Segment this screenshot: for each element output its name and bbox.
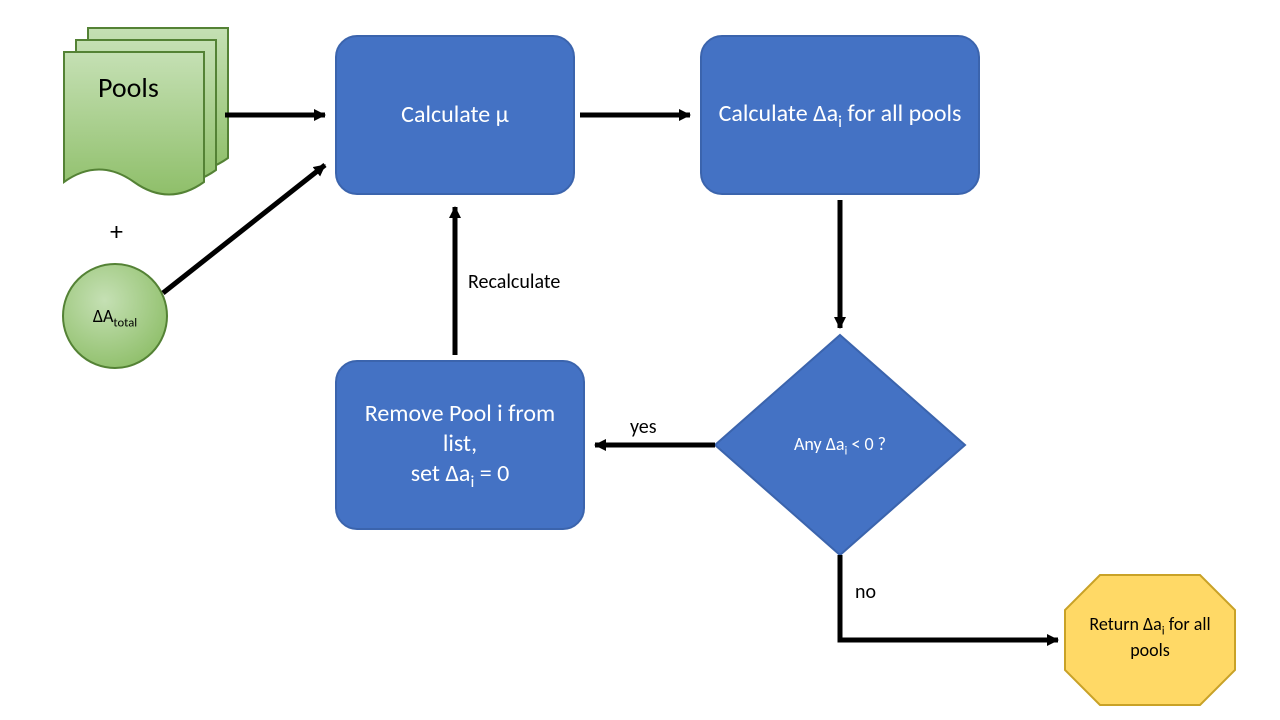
- remove-pool-node: Remove Pool i from list, set Δai = 0: [335, 360, 585, 530]
- diagram-canvas: Pools + ΔAtotal Calculate μ Calculate Δa…: [0, 0, 1280, 720]
- calc-dai-node: Calculate Δai for all pools: [700, 35, 980, 195]
- delta-a-total-text: ΔA: [93, 305, 114, 327]
- calc-dai-label: Calculate Δai for all pools: [719, 99, 962, 132]
- decision-pre: Any Δa: [794, 433, 845, 455]
- calc-mu-node: Calculate μ: [335, 35, 575, 195]
- return-pre: Return Δa: [1089, 613, 1161, 635]
- return-label: Return Δai for all pools: [1075, 613, 1225, 662]
- remove-pool-label: Remove Pool i from list, set Δai = 0: [351, 399, 569, 492]
- plus-label: +: [110, 215, 123, 247]
- svg-layer: [0, 0, 1280, 720]
- delta-a-total-sub: total: [113, 316, 137, 331]
- pools-docs-icon: [64, 28, 228, 195]
- edge-no-label: no: [855, 580, 876, 604]
- pools-label: Pools: [98, 70, 159, 105]
- decision-label: Any Δai < 0 ?: [770, 433, 910, 459]
- remove-line2-post: = 0: [474, 459, 509, 488]
- edge-recalculate-label: Recalculate: [468, 270, 560, 294]
- calc-dai-line1: Calculate Δa: [719, 99, 839, 128]
- calc-dai-line2: for all pools: [842, 99, 961, 128]
- edge-yes-label: yes: [630, 415, 657, 439]
- remove-line2-pre: set Δa: [411, 459, 471, 488]
- decision-post: < 0 ?: [847, 433, 886, 455]
- remove-line1: Remove Pool i from list,: [365, 399, 555, 458]
- delta-a-total-label: ΔAtotal: [85, 306, 145, 331]
- calc-mu-label: Calculate μ: [401, 100, 509, 130]
